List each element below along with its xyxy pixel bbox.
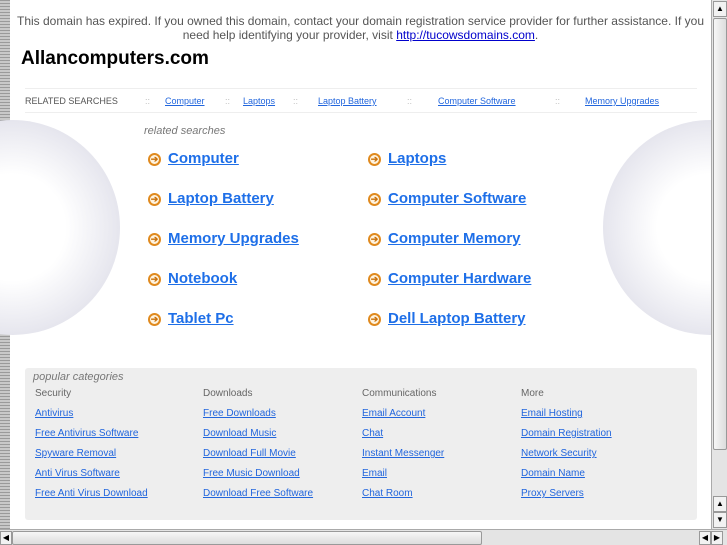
arrow-circle-icon: ➔ bbox=[368, 152, 381, 166]
arrow-circle-icon: ➔ bbox=[368, 272, 381, 286]
related-search-item[interactable]: ➔ Computer Software bbox=[368, 190, 526, 207]
related-search-link[interactable]: Memory Upgrades bbox=[168, 230, 299, 247]
related-bar-link[interactable]: Laptops bbox=[243, 96, 275, 106]
separator: :: bbox=[555, 96, 561, 106]
category-link[interactable]: Email Hosting bbox=[521, 408, 612, 428]
notice-end: . bbox=[534, 28, 539, 42]
category-link[interactable]: Proxy Servers bbox=[521, 488, 612, 508]
related-search-link[interactable]: Computer Memory bbox=[388, 230, 521, 247]
vertical-scroll-thumb[interactable] bbox=[713, 18, 727, 450]
separator: :: bbox=[407, 96, 413, 106]
arrow-circle-icon: ➔ bbox=[368, 312, 381, 326]
notice-text: This domain has expired. If you owned th… bbox=[17, 14, 704, 42]
category-link[interactable]: Chat Room bbox=[362, 488, 444, 508]
decorative-circle-left bbox=[0, 120, 120, 335]
related-search-item[interactable]: ➔ Laptop Battery bbox=[148, 190, 274, 207]
horizontal-scrollbar[interactable]: ◀ ◀ ▶ bbox=[0, 529, 727, 545]
expired-notice: This domain has expired. If you owned th… bbox=[14, 14, 707, 42]
scroll-up-icon[interactable]: ▲ bbox=[713, 496, 727, 512]
scroll-left-icon[interactable]: ◀ bbox=[0, 531, 12, 545]
arrow-circle-icon: ➔ bbox=[148, 152, 161, 166]
separator: :: bbox=[225, 96, 231, 106]
related-search-link[interactable]: Notebook bbox=[168, 270, 237, 287]
related-search-link[interactable]: Laptops bbox=[388, 150, 446, 167]
related-bar-label: RELATED SEARCHES bbox=[25, 96, 118, 106]
arrow-circle-icon: ➔ bbox=[148, 312, 161, 326]
category-link[interactable]: Antivirus bbox=[35, 408, 148, 428]
category-link[interactable]: Domain Registration bbox=[521, 428, 612, 448]
related-bar-link[interactable]: Laptop Battery bbox=[318, 96, 377, 106]
category-link[interactable]: Download Music bbox=[203, 428, 313, 448]
category-link[interactable]: Instant Messenger bbox=[362, 448, 444, 468]
arrow-circle-icon: ➔ bbox=[148, 192, 161, 206]
separator: :: bbox=[293, 96, 299, 106]
related-bar-link[interactable]: Computer bbox=[165, 96, 205, 106]
category-link[interactable]: Domain Name bbox=[521, 468, 612, 488]
horizontal-scroll-thumb[interactable] bbox=[12, 531, 482, 545]
related-search-item[interactable]: ➔ Tablet Pc bbox=[148, 310, 234, 327]
related-search-link[interactable]: Computer Hardware bbox=[388, 270, 531, 287]
decorative-circle-right bbox=[600, 120, 720, 335]
arrow-circle-icon: ➔ bbox=[368, 232, 381, 246]
related-search-item[interactable]: ➔ Computer bbox=[148, 150, 239, 167]
related-search-link[interactable]: Computer bbox=[168, 150, 239, 167]
category-link[interactable]: Email bbox=[362, 468, 444, 488]
scroll-up-icon[interactable]: ▲ bbox=[713, 1, 727, 17]
category-column: Downloads Free Downloads Download Music … bbox=[203, 388, 313, 508]
related-search-item[interactable]: ➔ Dell Laptop Battery bbox=[368, 310, 526, 327]
popular-categories: popular categories Security Antivirus Fr… bbox=[25, 368, 697, 520]
related-searches-label: related searches bbox=[144, 125, 226, 137]
scroll-down-icon[interactable]: ▼ bbox=[713, 512, 727, 528]
related-search-item[interactable]: ➔ Laptops bbox=[368, 150, 446, 167]
arrow-circle-icon: ➔ bbox=[368, 192, 381, 206]
related-bar-link[interactable]: Computer Software bbox=[438, 96, 516, 106]
category-link[interactable]: Free Anti Virus Download bbox=[35, 488, 148, 508]
related-search-item[interactable]: ➔ Memory Upgrades bbox=[148, 230, 299, 247]
arrow-circle-icon: ➔ bbox=[148, 272, 161, 286]
category-title: Communications bbox=[362, 388, 437, 399]
related-search-item[interactable]: ➔ Computer Hardware bbox=[368, 270, 531, 287]
category-link[interactable]: Anti Virus Software bbox=[35, 468, 148, 488]
category-column: Communications Email Account Chat Instan… bbox=[362, 388, 444, 508]
related-search-link[interactable]: Tablet Pc bbox=[168, 310, 234, 327]
category-title: Security bbox=[35, 388, 72, 399]
category-link[interactable]: Free Music Download bbox=[203, 468, 313, 488]
related-bar-link[interactable]: Memory Upgrades bbox=[585, 96, 659, 106]
related-search-item[interactable]: ➔ Notebook bbox=[148, 270, 237, 287]
related-searches-bar: RELATED SEARCHES :: Computer :: Laptops … bbox=[25, 88, 697, 113]
arrow-circle-icon: ➔ bbox=[148, 232, 161, 246]
category-link[interactable]: Email Account bbox=[362, 408, 444, 428]
scroll-right-icon[interactable]: ▶ bbox=[711, 531, 723, 545]
tucows-link[interactable]: http://tucowsdomains.com bbox=[396, 28, 535, 42]
category-link[interactable]: Download Full Movie bbox=[203, 448, 313, 468]
category-link[interactable]: Chat bbox=[362, 428, 444, 448]
related-search-link[interactable]: Computer Software bbox=[388, 190, 526, 207]
category-link[interactable]: Free Antivirus Software bbox=[35, 428, 148, 448]
scroll-left-icon[interactable]: ◀ bbox=[699, 531, 711, 545]
separator: :: bbox=[145, 96, 151, 106]
popular-categories-label: popular categories bbox=[33, 371, 124, 383]
category-link[interactable]: Network Security bbox=[521, 448, 612, 468]
category-link[interactable]: Free Downloads bbox=[203, 408, 313, 428]
category-link[interactable]: Spyware Removal bbox=[35, 448, 148, 468]
category-title: Downloads bbox=[203, 388, 253, 399]
site-title: Allancomputers.com bbox=[21, 48, 209, 69]
category-column: Security Antivirus Free Antivirus Softwa… bbox=[35, 388, 148, 508]
category-link[interactable]: Download Free Software bbox=[203, 488, 313, 508]
related-search-link[interactable]: Laptop Battery bbox=[168, 190, 274, 207]
category-title: More bbox=[521, 388, 544, 399]
related-search-link[interactable]: Dell Laptop Battery bbox=[388, 310, 526, 327]
related-search-item[interactable]: ➔ Computer Memory bbox=[368, 230, 521, 247]
vertical-scrollbar[interactable]: ▲ ▲ ▼ bbox=[711, 0, 727, 529]
category-column: More Email Hosting Domain Registration N… bbox=[521, 388, 612, 508]
